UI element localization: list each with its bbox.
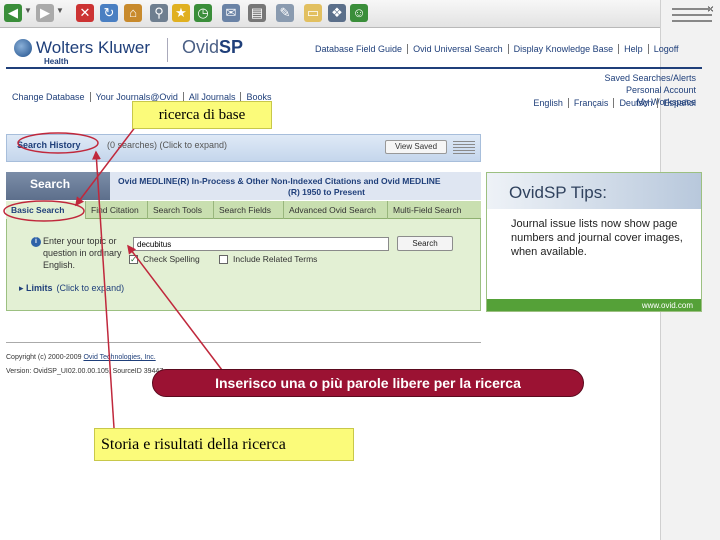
tab-find-citation[interactable]: Find Citation xyxy=(86,201,148,219)
gadget-line xyxy=(672,20,712,22)
lang-english[interactable]: English xyxy=(528,98,569,108)
browser-toolbar: ◀ ▼ ▶ ▼ ✕ ↻ ⌂ ⚲ ★ ◷ ✉ ▤ ✎ ▭ ❖ ☺ xyxy=(0,0,720,28)
tab-basic-search[interactable]: Basic Search xyxy=(6,201,86,219)
tab-multi-field-search[interactable]: Multi-Field Search xyxy=(388,201,481,219)
limits-hint: (Click to expand) xyxy=(56,283,125,293)
search-tab-label: Search xyxy=(30,177,71,191)
footer-rule xyxy=(6,342,481,343)
home-icon[interactable]: ⌂ xyxy=(124,4,142,22)
print-icon[interactable]: ▤ xyxy=(248,4,266,22)
gadget-line xyxy=(672,8,712,10)
product-suffix: SP xyxy=(219,37,244,57)
link-help[interactable]: Help xyxy=(619,44,649,54)
search-mode-tabs: Basic Search Find Citation Search Tools … xyxy=(6,201,481,219)
copyright: Copyright (c) 2000-2009 Ovid Technologie… xyxy=(6,351,163,379)
link-personal-account[interactable]: Personal Account xyxy=(604,84,696,96)
tab-advanced-search[interactable]: Advanced Ovid Search xyxy=(284,201,388,219)
link-knowledge-base[interactable]: Display Knowledge Base xyxy=(508,44,620,54)
brand-divider xyxy=(167,38,168,62)
folder-icon[interactable]: ▭ xyxy=(304,4,322,22)
tips-footer: www.ovid.com xyxy=(487,299,701,311)
history-icon[interactable]: ◷ xyxy=(194,4,212,22)
wolters-kluwer-logo-icon xyxy=(14,39,32,57)
basic-search-panel: i Enter your topic or question in ordina… xyxy=(6,219,481,311)
lang-spanish[interactable]: Español xyxy=(658,98,696,108)
callout-free-words: Inserisco una o più parole libere per la… xyxy=(152,369,584,397)
brand-logo-block[interactable]: Wolters Kluwer Health xyxy=(14,38,154,66)
view-saved-button[interactable]: View Saved xyxy=(385,140,447,154)
tips-header: OvidSP Tips: xyxy=(487,173,701,209)
link-saved-searches[interactable]: Saved Searches/Alerts xyxy=(604,72,696,84)
tab-search-tools[interactable]: Search Tools xyxy=(148,201,214,219)
back-icon[interactable]: ◀ xyxy=(4,4,22,22)
header-rule xyxy=(6,67,702,69)
search-button[interactable]: Search xyxy=(397,236,453,251)
favorites-icon[interactable]: ★ xyxy=(172,4,190,22)
nav-change-database[interactable]: Change Database xyxy=(12,92,91,102)
gadget-line xyxy=(672,14,712,16)
tips-url[interactable]: www.ovid.com xyxy=(642,301,693,310)
link-logoff[interactable]: Logoff xyxy=(649,44,684,54)
check-spelling-checkbox[interactable]: ✓ xyxy=(129,255,138,264)
back-dropdown-icon[interactable]: ▼ xyxy=(24,6,32,15)
search-history-title[interactable]: Search History xyxy=(17,140,81,150)
forward-dropdown-icon[interactable]: ▼ xyxy=(56,6,64,15)
lang-french[interactable]: Français xyxy=(568,98,615,108)
search-history-bar[interactable]: Search History (0 searches) (Click to ex… xyxy=(6,134,481,162)
callout-basic-search: ricerca di base xyxy=(132,101,272,129)
database-bar: Ovid MEDLINE(R) In-Process & Other Non-I… xyxy=(110,172,481,200)
tips-box: OvidSP Tips: Journal issue lists now sho… xyxy=(486,172,702,312)
check-spelling-label: Check Spelling xyxy=(143,254,200,264)
forward-icon[interactable]: ▶ xyxy=(36,4,54,22)
tips-text: Journal issue lists now show page number… xyxy=(511,218,683,258)
link-database-field-guide[interactable]: Database Field Guide xyxy=(310,44,409,54)
messenger-icon[interactable]: ☺ xyxy=(350,4,368,22)
copyright-prefix: Copyright (c) 2000-2009 xyxy=(6,354,82,361)
search-input[interactable] xyxy=(133,237,389,251)
research-icon[interactable]: ❖ xyxy=(328,4,346,22)
header-links: Database Field Guide Ovid Universal Searc… xyxy=(310,44,684,54)
database-line-1: Ovid MEDLINE(R) In-Process & Other Non-I… xyxy=(118,176,441,186)
brand-sub: Health xyxy=(44,57,69,66)
callout-search-history: Storia e risultati della ricerca xyxy=(94,428,354,461)
lang-german[interactable]: Deutsch xyxy=(614,98,659,108)
search-history-hint: (0 searches) (Click to expand) xyxy=(107,140,228,150)
database-line-2: (R) 1950 to Present xyxy=(288,187,365,197)
link-universal-search[interactable]: Ovid Universal Search xyxy=(408,44,509,54)
grip-icon[interactable] xyxy=(453,141,475,154)
language-links: English Français Deutsch Español xyxy=(528,98,696,108)
database-name: Ovid MEDLINE(R) In-Process & Other Non-I… xyxy=(118,176,478,198)
info-icon: i xyxy=(31,237,41,247)
mail-icon[interactable]: ✉ xyxy=(222,4,240,22)
brand-name: Wolters Kluwer xyxy=(36,38,150,57)
limits-toggle[interactable]: ▸ Limits (Click to expand) xyxy=(19,283,124,294)
stop-icon[interactable]: ✕ xyxy=(76,4,94,22)
refresh-icon[interactable]: ↻ xyxy=(100,4,118,22)
copyright-link[interactable]: Ovid Technologies, Inc. xyxy=(83,354,155,361)
tab-search-fields[interactable]: Search Fields xyxy=(214,201,284,219)
product-name: OvidSP xyxy=(182,37,243,58)
search-tab[interactable]: Search xyxy=(6,172,110,200)
product-prefix: Ovid xyxy=(182,37,220,57)
search-icon[interactable]: ⚲ xyxy=(150,4,168,22)
version-info: Version: OvidSP_UI02.00.00.105, SourceID… xyxy=(6,368,164,375)
tips-title: OvidSP Tips: xyxy=(509,183,607,202)
related-terms-label: Include Related Terms xyxy=(233,254,318,264)
edit-icon[interactable]: ✎ xyxy=(276,4,294,22)
related-terms-checkbox[interactable] xyxy=(219,255,228,264)
limits-label: Limits xyxy=(26,283,53,293)
search-prompt: Enter your topic or question in ordinary… xyxy=(43,236,122,270)
